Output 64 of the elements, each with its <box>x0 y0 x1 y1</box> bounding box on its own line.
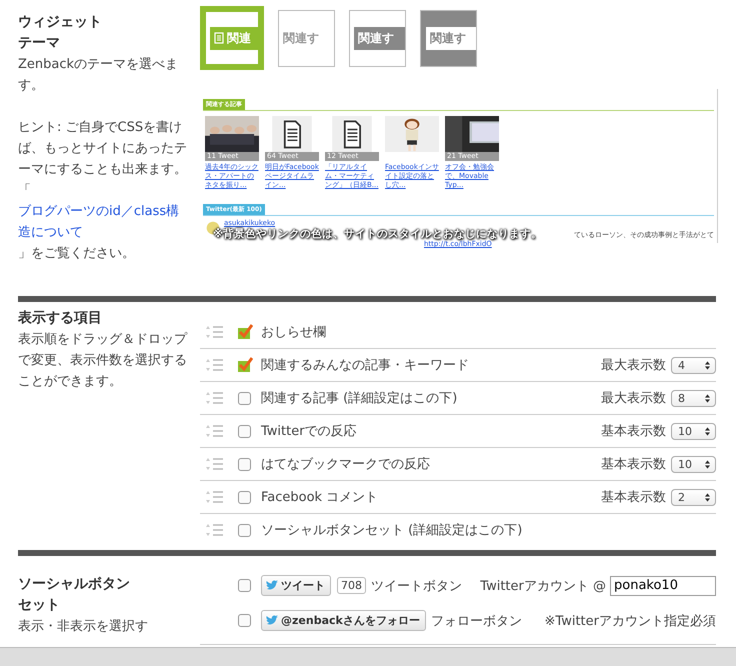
count-select[interactable]: 8 <box>671 390 716 406</box>
bird-icon <box>266 580 279 591</box>
structure-link[interactable]: ブログパーツのid／class構造について <box>18 201 190 243</box>
item-label: 関連するみんなの記事・キーワード <box>261 357 470 374</box>
item-label: ソーシャルボタンセット (詳細設定はこの下) <box>261 522 524 539</box>
checkbox[interactable] <box>238 458 251 470</box>
stepper-icon <box>705 426 710 436</box>
count-label: 基本表示数 <box>601 456 666 473</box>
drag-handle-icon[interactable] <box>204 325 224 339</box>
item-label: Facebook コメント <box>261 489 380 506</box>
checkbox[interactable] <box>238 424 251 438</box>
drag-handle-icon[interactable] <box>204 490 224 504</box>
count-label: 基本表示数 <box>601 489 666 506</box>
checkbox[interactable] <box>238 392 251 404</box>
section-heading: ソーシャルボタンセット <box>18 575 131 615</box>
stepper-icon <box>705 460 710 468</box>
checkbox[interactable] <box>238 614 251 627</box>
section-heading: 表示する項目 <box>18 309 103 328</box>
count-select[interactable]: 10 <box>671 422 716 440</box>
count-select[interactable]: 2 <box>671 488 716 506</box>
hint-text: ヒント: ご自身でCSSを書けば、もっとサイトにあったテーマにすることも出来ます。「 ブログパーツのid／class構造について 」をご覧ください。 <box>18 117 190 264</box>
item-label: 関連する記事 (詳細設定はこの下) <box>261 390 458 407</box>
section-description: 表示順をドラッグ＆ドロップで変更、表示件数を選択することができます。 <box>18 331 188 391</box>
stepper-icon <box>705 492 710 502</box>
drag-handle-icon[interactable] <box>204 523 224 537</box>
theme-label: 関連す <box>282 30 320 46</box>
section-heading: ウィジェットテーマ <box>18 13 103 53</box>
theme-option[interactable]: 関連す <box>349 10 406 66</box>
count-label: 最大表示数 <box>601 390 666 407</box>
theme-label: 関連す <box>426 26 476 50</box>
item-label: Twitterでの反応 <box>261 423 358 440</box>
preview-note: ※背景色やリンクの色は、サイトのスタイルとおなじになります。 <box>213 227 542 241</box>
section-description: Zenbackのテーマを選べます。 <box>18 56 180 95</box>
checkbox[interactable] <box>238 579 251 592</box>
section-description: 表示・非表示を選択す <box>18 618 149 636</box>
stepper-icon <box>705 394 710 402</box>
button-label: フォローボタン <box>430 612 523 630</box>
theme-label: 関連 <box>210 26 258 50</box>
checkbox[interactable] <box>238 524 251 536</box>
count-label: 最大表示数 <box>601 357 666 374</box>
account-input[interactable]: ponako10 <box>610 576 716 596</box>
stepper-icon <box>705 360 710 370</box>
checkbox[interactable] <box>238 490 251 504</box>
item-label: はてなブックマークでの反応 <box>261 456 431 473</box>
theme-label: 関連す <box>354 26 405 50</box>
requirement-note: ※Twitterアカウント指定必須 <box>544 612 716 630</box>
drag-handle-icon[interactable] <box>204 424 224 438</box>
drag-handle-icon[interactable] <box>204 457 224 471</box>
count-select[interactable]: 4 <box>671 356 716 374</box>
tweet-count-bubble: 708 <box>337 577 366 594</box>
item-label: おしらせ欄 <box>261 324 327 341</box>
button-label: ツイートボタン <box>371 578 463 594</box>
twitter-button[interactable]: ツイート <box>261 575 331 596</box>
account-label: Twitterアカウント @ <box>480 578 606 594</box>
checkbox[interactable] <box>238 358 251 372</box>
document-icon <box>214 32 224 44</box>
bird-icon <box>266 615 279 626</box>
theme-option[interactable]: 関連す <box>420 10 477 66</box>
twitter-button[interactable]: @zenbackさんをフォロー <box>261 610 426 631</box>
drag-handle-icon[interactable] <box>204 391 224 405</box>
count-label: 基本表示数 <box>601 423 666 440</box>
checkbox[interactable] <box>238 326 251 338</box>
count-select[interactable]: 10 <box>671 456 716 472</box>
drag-handle-icon[interactable] <box>204 358 224 372</box>
